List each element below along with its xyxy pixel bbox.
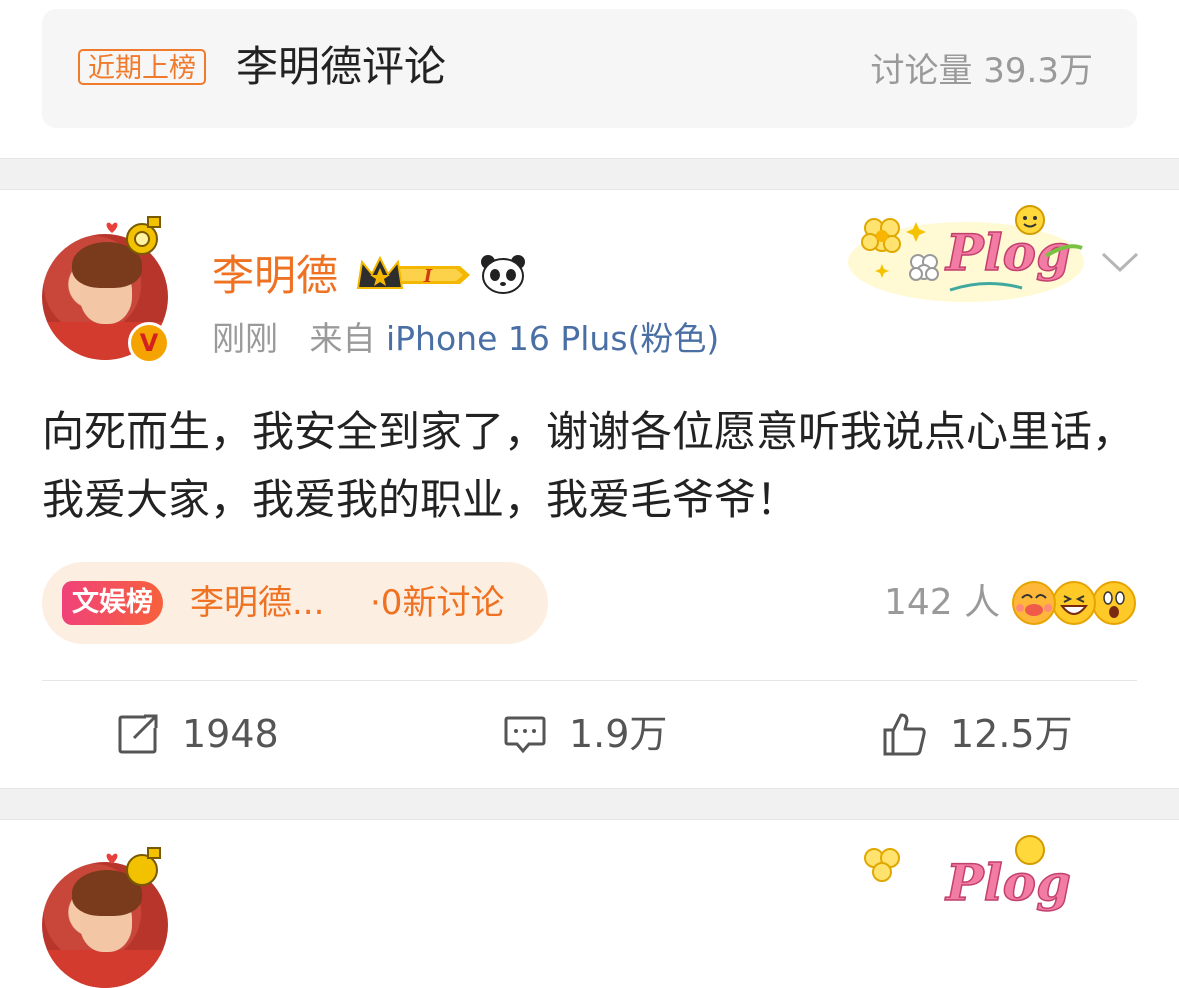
post-time: 刚刚 (212, 319, 278, 358)
avatar-pendant-icon (106, 216, 161, 255)
panda-icon (481, 255, 525, 294)
discussion-count: 讨论量 39.3万 (870, 51, 1093, 91)
repost-icon (118, 714, 158, 754)
plog-sticker-icon: Plog (848, 205, 1084, 302)
svg-text:I: I (423, 266, 433, 287)
username[interactable]: 李明德 (212, 248, 338, 304)
comment-count: 1.9万 (569, 712, 668, 756)
like-count: 12.5万 (950, 712, 1073, 756)
chevron-down-icon[interactable] (1100, 246, 1140, 276)
action-divider (42, 680, 1137, 681)
post-source[interactable]: iPhone 16 Plus(粉色) (386, 319, 719, 358)
recent-list-tag: 近期上榜 (78, 49, 206, 85)
hot-list-label: 文娱榜 (62, 581, 163, 625)
like-button[interactable]: 12.5万 (882, 706, 1073, 762)
hot-list-chip[interactable]: 文娱榜 李明德... ·0新讨论 (42, 562, 548, 644)
hot-topic: 李明德... (190, 583, 325, 623)
avatar-pendant-icon (106, 847, 161, 886)
reactor-count[interactable]: 142 人 (884, 580, 1000, 626)
verified-badge: V (128, 322, 170, 364)
vip-crown-icon[interactable]: I (356, 254, 472, 296)
plog-sticker-icon: Plog (864, 835, 1072, 913)
thumbs-up-icon (883, 713, 926, 756)
hot-new-discussions: ·0新讨论 (370, 583, 505, 623)
svg-text:Plog: Plog (944, 853, 1071, 912)
comment-icon (504, 716, 546, 754)
trending-topic-bar[interactable]: 近期上榜 李明德评论 讨论量 39.3万 (42, 9, 1137, 128)
section-divider (0, 158, 1179, 190)
section-divider (0, 788, 1179, 820)
post-content: 向死而生，我安全到家了，谢谢各位愿意听我说点心里话，我爱大家，我爱我的职业，我爱… (42, 407, 1135, 524)
repost-count: 1948 (182, 712, 279, 756)
avatar-shirt (42, 950, 168, 988)
source-prefix: 来自 (309, 319, 376, 358)
reaction-emoji-icon[interactable] (1010, 578, 1136, 628)
post-meta: 刚刚 来自 iPhone 16 Plus(粉色) (212, 316, 719, 362)
topic-title[interactable]: 李明德评论 (236, 39, 446, 95)
repost-button[interactable]: 1948 (116, 706, 279, 762)
comment-button[interactable]: 1.9万 (503, 706, 667, 762)
